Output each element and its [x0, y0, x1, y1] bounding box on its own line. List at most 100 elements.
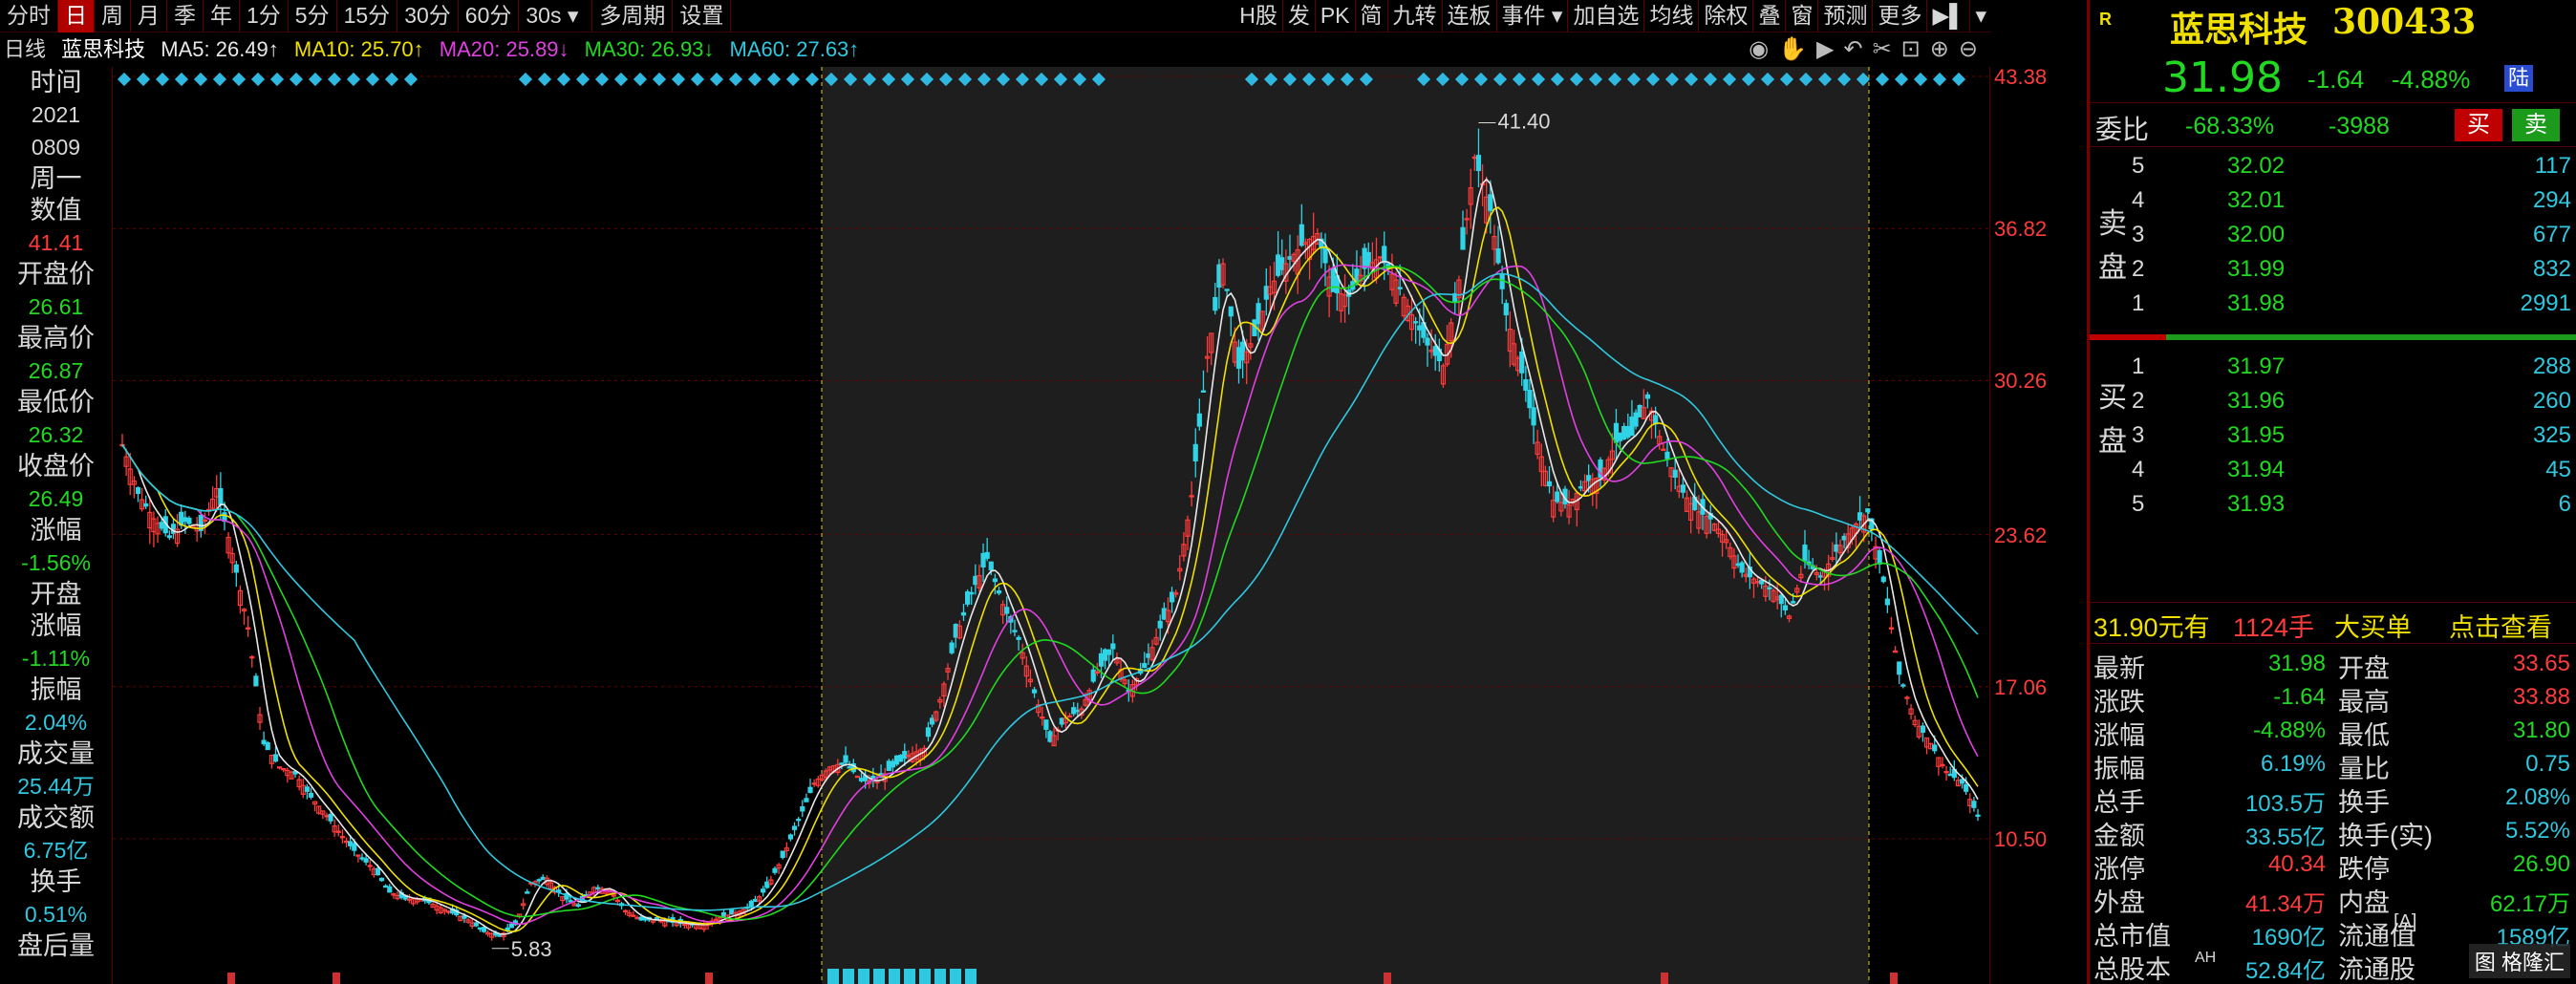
candle: [1928, 742, 1934, 750]
undo-icon[interactable]: ↶: [1843, 34, 1862, 65]
stat-value: 0.75: [2525, 751, 2570, 777]
tool-button[interactable]: 加自选: [1568, 0, 1645, 32]
candle: [1637, 404, 1642, 417]
data-window-label: 数值: [30, 196, 82, 225]
stat-label: 外盘: [2093, 888, 2145, 917]
quote-panel: R 蓝思科技 300433 31.98 -1.64 -4.88% 陆委比 -68.33% -39…: [2087, 0, 2576, 984]
hand-icon[interactable]: ✋: [1778, 34, 1807, 65]
period-tab[interactable]: 月: [131, 0, 167, 32]
data-window-item: 盘后量: [0, 931, 112, 962]
stats-row: 振幅 6.19% 量比 0.75: [2090, 748, 2576, 783]
order-volume: 677: [2532, 222, 2571, 247]
big-order-link[interactable]: 点击查看: [2449, 607, 2552, 644]
sell-order-row[interactable]: 2 31.99 832: [2132, 256, 2571, 290]
buy-button[interactable]: 买: [2455, 109, 2502, 141]
tool-button[interactable]: 均线: [1644, 0, 1700, 32]
menu-arrow-icon[interactable]: ▾: [1970, 0, 1991, 32]
order-volume: 117: [2534, 153, 2571, 179]
period-tab[interactable]: 设置: [673, 0, 732, 32]
stat-value: 5.52%: [2504, 818, 2570, 844]
period-tab[interactable]: 5分: [289, 0, 337, 32]
order-level: 2: [2132, 256, 2145, 282]
sell-button[interactable]: 卖: [2512, 109, 2560, 141]
period-tab[interactable]: 60分: [459, 0, 520, 32]
sell-order-row[interactable]: 4 32.01 294: [2132, 187, 2571, 222]
sell-order-row[interactable]: 1 31.98 2991: [2132, 290, 2571, 325]
sell-order-row[interactable]: 3 32.00 677: [2132, 222, 2571, 256]
buy-order-row[interactable]: 1 31.97 288: [2132, 353, 2571, 388]
play-icon[interactable]: ▶: [1816, 34, 1834, 65]
candle: [964, 589, 971, 608]
tool-button[interactable]: 连板: [1443, 0, 1497, 32]
data-window-label: 最低价: [17, 388, 95, 417]
buy-order-row[interactable]: 4 31.94 45: [2132, 457, 2571, 491]
candle: [1401, 293, 1406, 319]
period-tab[interactable]: 30s ▾: [519, 0, 593, 32]
tool-button[interactable]: 事件 ▾: [1497, 0, 1569, 32]
order-volume: 45: [2545, 457, 2571, 482]
data-window-label: 换手: [30, 867, 82, 896]
stat-label: 涨停: [2093, 855, 2145, 884]
candle: [729, 909, 735, 915]
event-block: [889, 969, 900, 984]
period-tab[interactable]: 30分: [397, 0, 459, 32]
period-tab[interactable]: 多周期: [592, 0, 674, 32]
lock-icon[interactable]: ⊡: [1901, 34, 1921, 65]
period-tab[interactable]: 15分: [337, 0, 398, 32]
order-volume: 832: [2532, 256, 2571, 282]
period-tab[interactable]: 1分: [240, 0, 289, 32]
tool-button[interactable]: H股: [1234, 0, 1283, 32]
stats-row: 最新 31.98 开盘 33.65: [2090, 648, 2576, 683]
y-tick-label: 17.06: [1994, 674, 2048, 699]
data-window-value: -1.56%: [21, 550, 91, 575]
market-badge: 陆: [2504, 65, 2534, 92]
period-tab[interactable]: 分时: [0, 0, 58, 32]
y-tick-label: 10.50: [1994, 827, 2048, 851]
order-price: 31.97: [2227, 353, 2286, 379]
order-price: 32.01: [2227, 187, 2286, 213]
tool-button[interactable]: PK: [1316, 0, 1356, 32]
candle: [1047, 729, 1053, 743]
event-tick: [1384, 973, 1391, 984]
stat-value: 33.88: [2512, 684, 2570, 710]
buy-order-row[interactable]: 3 31.95 325: [2132, 422, 2571, 457]
stock-code: 300433: [2332, 2, 2477, 42]
data-window-value: 25.44万: [17, 774, 95, 799]
data-window-item: 时间 2021 0809: [0, 67, 112, 163]
tool-button[interactable]: 预测: [1818, 0, 1874, 32]
eye-icon[interactable]: ◉: [1749, 34, 1769, 65]
stat-label: 最低: [2338, 721, 2390, 750]
tool-button[interactable]: 更多: [1873, 0, 1928, 32]
tool-button[interactable]: 窗: [1786, 0, 1819, 32]
tool-button[interactable]: 除权: [1699, 0, 1754, 32]
period-tab[interactable]: 周: [95, 0, 131, 32]
tool-button[interactable]: 九转: [1388, 0, 1443, 32]
buy-order-row[interactable]: 2 31.96 260: [2132, 388, 2571, 422]
tool-button[interactable]: 简: [1356, 0, 1388, 32]
scissors-icon[interactable]: ✂: [1873, 34, 1892, 65]
chevron-down-icon[interactable]: ▾: [1546, 3, 1563, 28]
tool-button[interactable]: 发: [1283, 0, 1316, 32]
kline-chart[interactable]: 41.40 5.83: [113, 67, 1989, 984]
zoom-in-icon[interactable]: ⊕: [1930, 34, 1949, 65]
event-block: [965, 969, 977, 984]
stat-value: 33.55亿: [2244, 824, 2326, 850]
sell-order-row[interactable]: 5 32.02 117: [2132, 153, 2571, 187]
zoom-out-icon[interactable]: ⊖: [1959, 34, 1978, 65]
period-tab[interactable]: 日: [58, 0, 95, 32]
order-level: 5: [2132, 491, 2145, 517]
order-price: 32.00: [2227, 222, 2286, 247]
ma10-value: MA10: 25.70↑: [293, 37, 424, 61]
ma-legend: 日线 蓝思科技 MA5: 26.49↑ MA10: 25.70↑ MA20: 2…: [0, 34, 1991, 65]
big-order-notice[interactable]: 31.90元有 1124手 大买单 点击查看: [2090, 602, 2576, 644]
stats-row: 外盘 41.34万 内盘 62.17万: [2090, 882, 2576, 917]
export-icon[interactable]: ▶▌: [1927, 0, 1971, 32]
sell-side-label: 卖盘: [2098, 208, 2127, 284]
buy-order-row[interactable]: 5 31.93 6: [2132, 491, 2571, 525]
tool-button[interactable]: 叠: [1753, 0, 1787, 32]
period-tab[interactable]: 年: [204, 0, 240, 32]
period-tab[interactable]: 季: [167, 0, 204, 32]
stock-name: 蓝思科技: [2170, 10, 2308, 50]
stat-label: 换手(实): [2338, 822, 2433, 850]
